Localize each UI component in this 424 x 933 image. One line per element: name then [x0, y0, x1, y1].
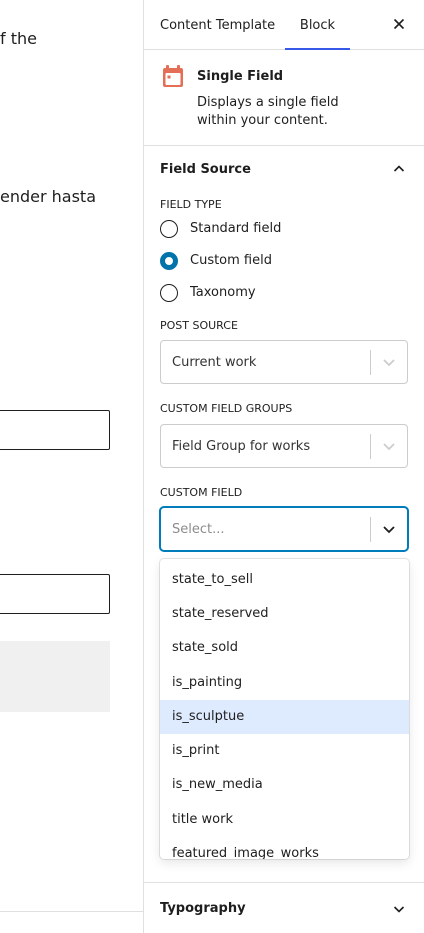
- radio-button[interactable]: [160, 284, 178, 302]
- field-source-panel-toggle[interactable]: Field Source: [144, 146, 424, 192]
- select-option[interactable]: state_to_sell: [160, 563, 409, 597]
- post-source-select[interactable]: Current work: [160, 340, 408, 384]
- editor-text-line[interactable]: ender hasta: [0, 187, 96, 206]
- post-source-label: POST SOURCE: [160, 319, 238, 332]
- radio-button[interactable]: [160, 220, 178, 238]
- custom-field-label: CUSTOM FIELD: [160, 486, 243, 499]
- chevron-down-icon[interactable]: [379, 519, 399, 539]
- chevron-up-icon: [387, 157, 411, 181]
- custom-field-select[interactable]: Select...: [160, 507, 408, 551]
- field-type-label: FIELD TYPE: [160, 198, 222, 211]
- custom-field-groups-select[interactable]: Field Group for works: [160, 424, 408, 468]
- select-option[interactable]: state_sold: [160, 631, 409, 665]
- select-option[interactable]: title work: [160, 803, 409, 837]
- radio-button[interactable]: [160, 252, 178, 270]
- block-title: Single Field: [197, 69, 284, 84]
- select-value: Current work: [172, 355, 257, 370]
- select-value: Field Group for works: [172, 439, 311, 454]
- custom-field-groups-label: CUSTOM FIELD GROUPS: [160, 402, 293, 415]
- settings-sidebar: Content Template Block Single Field Disp…: [143, 0, 424, 933]
- typography-panel-toggle[interactable]: Typography: [144, 882, 424, 933]
- close-icon[interactable]: [387, 12, 411, 36]
- chevron-down-icon[interactable]: [379, 436, 399, 456]
- select-option[interactable]: is_painting: [160, 666, 409, 700]
- custom-field-options-menu[interactable]: state_to_sell state_reserved state_sold …: [160, 559, 409, 859]
- select-option-highlighted[interactable]: is_sculptue: [160, 700, 409, 734]
- editor-placeholder-block[interactable]: [0, 641, 110, 712]
- panel-title: Typography: [160, 901, 246, 916]
- sidebar-tabs: Content Template Block: [144, 0, 424, 50]
- radio-label: Taxonomy: [190, 285, 256, 300]
- divider: [0, 911, 143, 912]
- editor-input-box[interactable]: [0, 410, 110, 450]
- tab-content-template[interactable]: Content Template: [160, 0, 275, 49]
- select-separator: [370, 517, 371, 542]
- tab-block[interactable]: Block: [285, 0, 350, 50]
- chevron-down-icon: [387, 897, 411, 921]
- select-option[interactable]: featured_image_works: [160, 837, 409, 859]
- block-description: Displays a single field within your cont…: [197, 95, 339, 128]
- editor-input-box[interactable]: [0, 574, 110, 614]
- calendar-icon: [162, 64, 184, 88]
- editor-text-line[interactable]: f the: [0, 29, 37, 48]
- select-option[interactable]: is_print: [160, 734, 409, 768]
- editor-canvas[interactable]: f the ender hasta: [0, 0, 143, 933]
- select-placeholder: Select...: [172, 522, 225, 537]
- select-separator: [370, 350, 371, 375]
- radio-label: Standard field: [190, 221, 282, 236]
- radio-label: Custom field: [190, 253, 272, 268]
- panel-title: Field Source: [160, 162, 251, 177]
- chevron-down-icon[interactable]: [379, 352, 399, 372]
- select-option[interactable]: is_new_media: [160, 768, 409, 802]
- select-separator: [370, 434, 371, 459]
- block-card: Single Field Displays a single field wit…: [144, 50, 424, 146]
- select-option[interactable]: state_reserved: [160, 597, 409, 631]
